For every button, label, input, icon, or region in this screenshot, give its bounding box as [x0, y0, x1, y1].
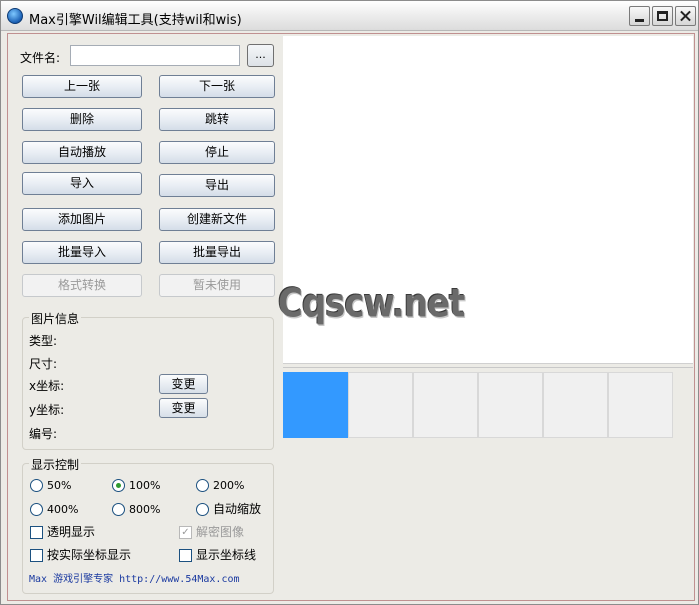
actual-coords-label: 按实际坐标显示	[47, 548, 132, 562]
checkbox-checked-box: ✓	[179, 526, 192, 539]
not-in-use-button: 暂未使用	[159, 274, 275, 297]
close-icon	[676, 7, 695, 25]
type-label: 类型:	[29, 334, 58, 348]
browse-button[interactable]: ...	[247, 44, 274, 67]
radio-dot	[30, 503, 43, 516]
footer-link-text[interactable]: Max 游戏引擎专家 http://www.54Max.com	[29, 570, 240, 585]
watermark-text: Cqscw.net	[278, 281, 465, 327]
main-content: 文件名: ... 上一张 下一张 删除 跳转 自动播放 停止 导入 导出 添加图…	[7, 33, 695, 601]
export-button[interactable]: 导出	[159, 174, 275, 197]
maximize-button[interactable]	[652, 6, 673, 26]
minimize-button[interactable]	[629, 6, 650, 26]
show-axis-checkbox[interactable]: 显示坐标线	[179, 548, 256, 564]
transparent-label: 透明显示	[47, 525, 96, 539]
zoom-400-radio[interactable]: 400%	[30, 502, 78, 518]
app-window: Max引擎Wil编辑工具(支持wil和wis) 文件名: ... 上一张 下一张…	[0, 0, 699, 605]
thumbnail[interactable]	[543, 372, 608, 438]
minimize-icon	[635, 19, 644, 22]
thumbnail-selected[interactable]	[283, 372, 348, 438]
checkbox-box	[30, 549, 43, 562]
image-info-group: 图片信息 类型: 尺寸: x坐标: 变更 y坐标: 变更 编号:	[22, 310, 274, 450]
filename-label: 文件名:	[20, 51, 61, 65]
transparent-checkbox[interactable]: 透明显示	[30, 525, 95, 541]
thumbnail[interactable]	[348, 372, 413, 438]
zoom-400-label: 400%	[47, 503, 79, 516]
zoom-100-radio[interactable]: 100%	[112, 478, 160, 494]
actual-coords-checkbox[interactable]: 按实际坐标显示	[30, 548, 131, 564]
autoplay-button[interactable]: 自动播放	[22, 141, 142, 164]
zoom-200-label: 200%	[213, 479, 245, 492]
radio-dot	[30, 479, 43, 492]
add-image-button[interactable]: 添加图片	[22, 208, 142, 231]
checkbox-box	[30, 526, 43, 539]
close-button[interactable]	[675, 6, 696, 26]
display-control-title: 显示控制	[29, 456, 82, 473]
filename-input[interactable]	[70, 45, 240, 66]
radio-dot-selected	[112, 479, 125, 492]
zoom-800-radio[interactable]: 800%	[112, 502, 160, 518]
thumbnail[interactable]	[413, 372, 478, 438]
create-file-button[interactable]: 创建新文件	[159, 208, 275, 231]
change-y-button[interactable]: 变更	[159, 398, 208, 418]
checkbox-box	[179, 549, 192, 562]
radio-dot	[196, 503, 209, 516]
batch-import-button[interactable]: 批量导入	[22, 241, 142, 264]
show-axis-label: 显示坐标线	[196, 548, 257, 562]
stop-button[interactable]: 停止	[159, 141, 275, 164]
decrypt-label: 解密图像	[196, 525, 245, 539]
window-title: Max引擎Wil编辑工具(支持wil和wis)	[29, 13, 242, 28]
zoom-50-radio[interactable]: 50%	[30, 478, 71, 494]
maximize-icon	[657, 11, 668, 21]
change-x-button[interactable]: 变更	[159, 374, 208, 394]
thumbnail-strip[interactable]	[283, 367, 693, 600]
format-convert-button: 格式转换	[22, 274, 142, 297]
next-button[interactable]: 下一张	[159, 75, 275, 98]
radio-dot	[112, 503, 125, 516]
app-logo-icon	[7, 8, 23, 24]
y-coord-label: y坐标:	[29, 403, 65, 417]
decrypt-checkbox: ✓ 解密图像	[179, 525, 244, 541]
zoom-auto-radio[interactable]: 自动缩放	[196, 502, 261, 518]
size-label: 尺寸:	[29, 357, 58, 371]
zoom-200-radio[interactable]: 200%	[196, 478, 244, 494]
zoom-auto-label: 自动缩放	[213, 502, 262, 516]
x-coord-label: x坐标:	[29, 379, 65, 393]
radio-dot	[196, 479, 209, 492]
zoom-800-label: 800%	[129, 503, 161, 516]
prev-button[interactable]: 上一张	[22, 75, 142, 98]
zoom-50-label: 50%	[47, 479, 72, 492]
zoom-100-label: 100%	[129, 479, 161, 492]
thumbnail[interactable]	[608, 372, 673, 438]
batch-export-button[interactable]: 批量导出	[159, 241, 275, 264]
image-info-title: 图片信息	[29, 310, 82, 327]
import-button[interactable]: 导入	[22, 172, 142, 195]
title-bar[interactable]: Max引擎Wil编辑工具(支持wil和wis)	[1, 1, 698, 31]
thumbnail[interactable]	[478, 372, 543, 438]
jump-button[interactable]: 跳转	[159, 108, 275, 131]
delete-button[interactable]: 删除	[22, 108, 142, 131]
id-label: 编号:	[29, 427, 58, 441]
